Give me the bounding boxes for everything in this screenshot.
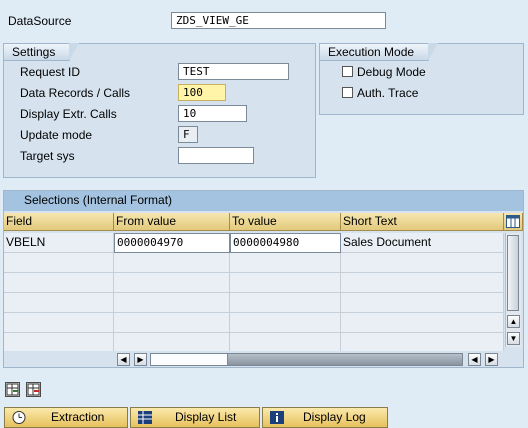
delete-row-icon (27, 383, 40, 396)
horizontal-scrollbar-area: ◀ ▶ ◀ ▶ (4, 351, 523, 367)
table-row[interactable] (4, 293, 504, 313)
selections-title: Selections (Internal Format) (4, 191, 523, 211)
horizontal-scroll-empty (151, 354, 228, 365)
cell-field (4, 333, 114, 353)
cell-from-value[interactable] (114, 293, 230, 313)
cell-short-text (341, 273, 504, 293)
insert-row-button[interactable] (5, 382, 20, 397)
cell-to-value[interactable] (230, 273, 341, 293)
arrow-left-icon: ◀ (120, 355, 127, 364)
insert-row-icon (6, 383, 19, 396)
cell-short-text (341, 333, 504, 353)
arrow-right-icon: ▶ (137, 355, 144, 364)
cell-to-value[interactable] (230, 313, 341, 333)
display-extr-calls-field[interactable]: 10 (178, 105, 247, 122)
display-log-label: Display Log (303, 410, 366, 424)
settings-title: Settings (3, 43, 80, 61)
arrow-left-icon: ◀ (471, 355, 478, 364)
execution-mode-title: Execution Mode (319, 43, 439, 61)
update-mode-label: Update mode (20, 128, 93, 142)
debug-mode-checkbox[interactable] (342, 66, 353, 77)
table-row[interactable] (4, 273, 504, 293)
cell-field (4, 313, 114, 333)
list-icon (138, 411, 152, 424)
target-sys-label: Target sys (20, 149, 75, 163)
cell-to-value[interactable]: 0000004980 (230, 233, 341, 253)
vertical-scroll-thumb[interactable] (507, 235, 519, 311)
cell-to-value[interactable] (230, 293, 341, 313)
arrow-down-icon: ▼ (509, 334, 518, 343)
extraction-button[interactable]: Extraction (4, 407, 128, 428)
horizontal-scroll-thumb[interactable] (228, 354, 462, 365)
data-records-field[interactable]: 100 (178, 84, 226, 101)
cell-to-value[interactable] (230, 253, 341, 273)
datasource-label: DataSource (8, 14, 72, 28)
execute-clock-icon (12, 411, 26, 424)
scroll-down-button[interactable]: ▼ (507, 332, 520, 345)
horizontal-scroll-track[interactable] (150, 353, 463, 366)
cell-short-text (341, 293, 504, 313)
update-mode-field[interactable]: F (178, 126, 198, 143)
table-settings-icon (506, 215, 520, 228)
cell-field (4, 253, 114, 273)
vertical-scrollbar[interactable]: ▲ ▼ (505, 233, 521, 347)
display-list-label: Display List (175, 410, 237, 424)
arrow-right-icon: ▶ (488, 355, 495, 364)
cell-field: VBELN (4, 233, 114, 253)
request-id-field[interactable]: TEST (178, 63, 289, 80)
cell-from-value[interactable] (114, 253, 230, 273)
column-header-to-value[interactable]: To value (230, 213, 341, 231)
datasource-field[interactable]: ZDS_VIEW_GE (171, 12, 386, 29)
extraction-label: Extraction (51, 410, 105, 424)
scroll-up-button[interactable]: ▲ (507, 315, 520, 328)
cell-from-value[interactable] (114, 313, 230, 333)
info-icon (270, 411, 284, 424)
scroll-right-end-button[interactable]: ▶ (485, 353, 498, 366)
display-log-button[interactable]: Display Log (262, 407, 388, 428)
table-row[interactable] (4, 333, 504, 353)
column-settings-button[interactable] (504, 213, 523, 231)
request-id-label: Request ID (20, 65, 81, 79)
data-records-label: Data Records / Calls (20, 86, 131, 100)
scroll-right-button[interactable]: ▶ (134, 353, 147, 366)
scroll-left-button[interactable]: ◀ (117, 353, 130, 366)
cell-field (4, 293, 114, 313)
delete-row-button[interactable] (26, 382, 41, 397)
cell-from-value[interactable]: 0000004970 (114, 233, 230, 253)
display-list-button[interactable]: Display List (130, 407, 260, 428)
auth-trace-label: Auth. Trace (357, 86, 419, 100)
debug-mode-label: Debug Mode (357, 65, 426, 79)
cell-short-text: Sales Document (341, 233, 504, 253)
column-header-short-text[interactable]: Short Text (341, 213, 504, 231)
auth-trace-checkbox[interactable] (342, 87, 353, 98)
selections-table: Selections (Internal Format) Field From … (3, 190, 524, 368)
cell-from-value[interactable] (114, 333, 230, 353)
table-row[interactable] (4, 313, 504, 333)
column-header-from-value[interactable]: From value (114, 213, 230, 231)
table-row[interactable] (4, 253, 504, 273)
table-row[interactable]: VBELN 0000004970 0000004980 Sales Docume… (4, 233, 504, 253)
arrow-up-icon: ▲ (509, 317, 518, 326)
cell-short-text (341, 313, 504, 333)
cell-field (4, 273, 114, 293)
display-extr-calls-label: Display Extr. Calls (20, 107, 117, 121)
cell-short-text (341, 253, 504, 273)
target-sys-field[interactable] (178, 147, 254, 164)
scroll-left-end-button[interactable]: ◀ (468, 353, 481, 366)
cell-to-value[interactable] (230, 333, 341, 353)
cell-from-value[interactable] (114, 273, 230, 293)
column-header-field[interactable]: Field (4, 213, 114, 231)
